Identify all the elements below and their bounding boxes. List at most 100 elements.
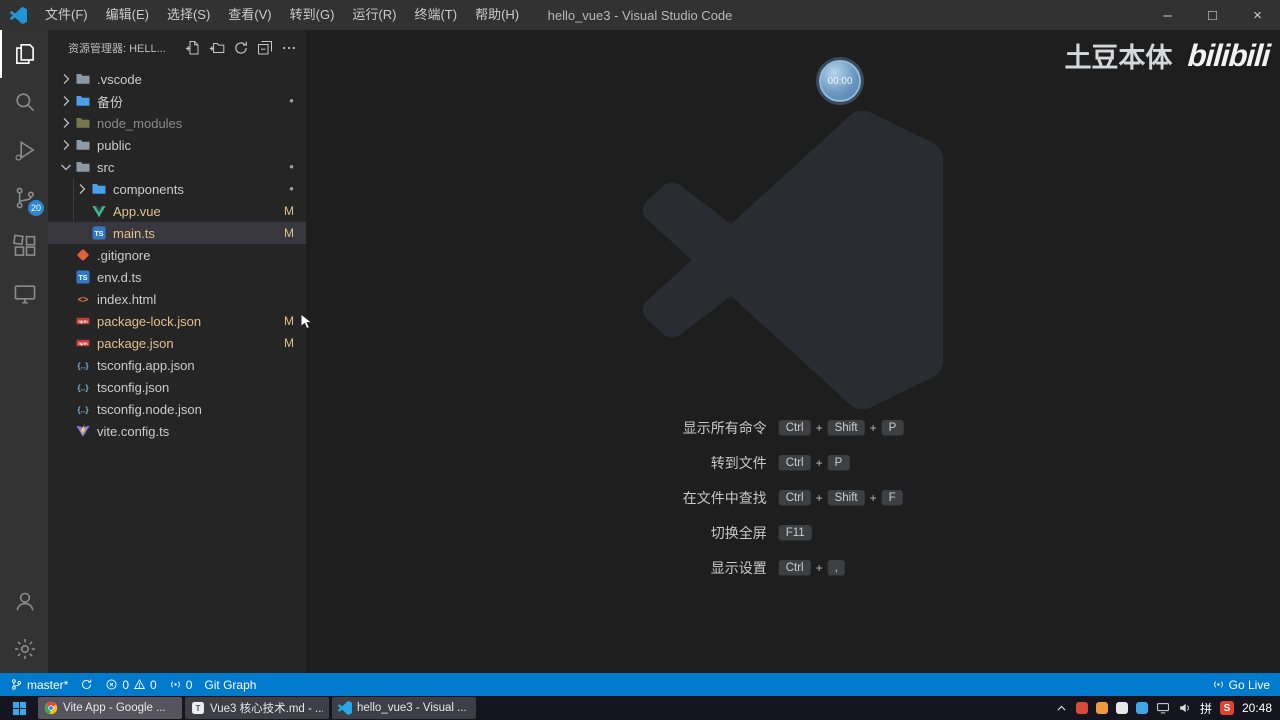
tree-item-label: package-lock.json: [97, 313, 202, 329]
folder-icon: [74, 115, 94, 131]
status-go-live[interactable]: Go Live: [1206, 673, 1276, 696]
status-problems[interactable]: 00: [99, 673, 162, 696]
menu-selection[interactable]: 选择(S): [158, 0, 219, 30]
refresh-icon[interactable]: [230, 37, 252, 59]
tree-item-env-dts-file[interactable]: TS env.d.ts: [48, 266, 306, 288]
tree-item-src-folder[interactable]: src ●: [48, 156, 306, 178]
tree-item-index-html-file[interactable]: <> index.html: [48, 288, 306, 310]
activity-explorer[interactable]: [0, 30, 48, 78]
collapse-all-icon[interactable]: [254, 37, 276, 59]
tree-item-label: tsconfig.json: [97, 379, 170, 395]
ts-icon: TS: [90, 225, 110, 241]
npm-icon: npm: [74, 335, 94, 351]
plus-separator: +: [815, 420, 823, 435]
chevron-placeholder: [74, 203, 90, 219]
activity-extensions[interactable]: [0, 222, 48, 270]
menu-run[interactable]: 运行(R): [343, 0, 405, 30]
tree-item-meta: ●: [289, 97, 306, 105]
taskbar-app-vscode-hello-vue3[interactable]: hello_vue3 - Visual ...: [332, 697, 476, 719]
shortcut-label-show-settings: 显示设置: [710, 559, 767, 576]
tray-app-icon-3[interactable]: [1115, 702, 1128, 714]
settings-icon: [12, 636, 38, 662]
folder-icon: [90, 181, 110, 197]
taskbar-clock[interactable]: 20:48: [1242, 701, 1272, 715]
tree-item-vscode-folder[interactable]: .vscode: [48, 68, 306, 90]
menu-go[interactable]: 转到(G): [281, 0, 344, 30]
sogou-input-icon[interactable]: S: [1219, 701, 1234, 715]
menu-edit[interactable]: 编辑(E): [97, 0, 158, 30]
plus-separator: +: [869, 490, 877, 505]
tree-item-tsconfig-file[interactable]: {..} tsconfig.json: [48, 376, 306, 398]
activity-remote-explorer[interactable]: [0, 270, 48, 318]
close-button[interactable]: ×: [1235, 0, 1280, 30]
menu-terminal[interactable]: 终端(T): [405, 0, 466, 30]
tree-item-app-vue-file[interactable]: App.vue M: [48, 200, 306, 222]
extensions-icon: [12, 233, 38, 259]
tray-app-icon-4[interactable]: [1135, 702, 1148, 714]
tree-item-label: 备份: [97, 94, 124, 110]
modified-badge: M: [284, 314, 294, 328]
taskbar-app-typora-vue3-doc[interactable]: T Vue3 核心技术.md - ...: [185, 697, 329, 719]
status-sync[interactable]: [74, 673, 99, 696]
modified-dot: ●: [289, 96, 294, 105]
status-branch[interactable]: master*: [4, 673, 74, 696]
status-git-graph[interactable]: Git Graph: [198, 673, 262, 696]
accounts-icon: [12, 588, 38, 614]
status-ports[interactable]: 0: [163, 673, 199, 696]
menu-help[interactable]: 帮助(H): [466, 0, 528, 30]
tree-item-gitignore-file[interactable]: .gitignore: [48, 244, 306, 266]
activity-accounts[interactable]: [0, 577, 48, 625]
tree-item-vite-config-file[interactable]: vite.config.ts: [48, 420, 306, 442]
start-button[interactable]: [0, 696, 38, 720]
tree-item-label: components: [113, 181, 184, 197]
npm-icon: npm: [74, 313, 94, 329]
activity-bar-bottom: [0, 577, 48, 673]
tray-app-icon-1[interactable]: [1075, 702, 1088, 714]
activity-run-debug[interactable]: [0, 126, 48, 174]
minimize-button[interactable]: –: [1145, 0, 1190, 30]
taskbar-app-label: hello_vue3 - Visual ...: [357, 702, 467, 714]
tree-item-components-folder[interactable]: components ●: [48, 178, 306, 200]
activity-search[interactable]: [0, 78, 48, 126]
tree-item-tsconfig-app-file[interactable]: {..} tsconfig.app.json: [48, 354, 306, 376]
menu-view[interactable]: 查看(V): [219, 0, 280, 30]
hidden-icons-chevron[interactable]: [1055, 702, 1068, 715]
shortcut-keys-show-settings: Ctrl +,: [778, 550, 904, 585]
svg-text:npm: npm: [78, 319, 87, 324]
typora-icon: T: [191, 701, 205, 715]
activity-settings[interactable]: [0, 625, 48, 673]
more-actions-icon[interactable]: [278, 37, 300, 59]
key-P: P: [827, 454, 850, 471]
network-icon[interactable]: [1156, 701, 1170, 715]
new-folder-icon[interactable]: [206, 37, 228, 59]
key-P: P: [881, 419, 904, 436]
volume-icon[interactable]: [1178, 701, 1192, 715]
chevron-placeholder: [58, 401, 74, 417]
tree-item-meta: ●: [289, 185, 306, 193]
tree-item-label: index.html: [97, 291, 157, 307]
tree-item-tsconfig-node-file[interactable]: {..} tsconfig.node.json: [48, 398, 306, 420]
ime-indicator[interactable]: 拼: [1200, 700, 1212, 717]
tree-item-main-ts-file[interactable]: TS main.ts M: [48, 222, 306, 244]
tree-item-package-lock-file[interactable]: npm package-lock.json M: [48, 310, 306, 332]
system-tray: 拼 S 20:48: [1055, 696, 1280, 720]
chevron-placeholder: [58, 357, 74, 373]
file-tree: .vscode 备份 ● node_modules public src ● componen…: [48, 65, 306, 442]
timer-text: 00:00: [827, 75, 853, 87]
tray-app-icon-2[interactable]: [1095, 702, 1108, 714]
maximize-button[interactable]: □: [1190, 0, 1235, 30]
menu-file[interactable]: 文件(F): [36, 0, 97, 30]
svg-text:npm: npm: [78, 341, 87, 346]
taskbar-app-chrome-vite-app[interactable]: Vite App - Google ...: [38, 697, 182, 719]
shortcut-keys-find-in-files: Ctrl + Shift + F: [778, 480, 904, 515]
source-control-badge: 20: [28, 200, 44, 216]
activity-source-control[interactable]: 20: [0, 174, 48, 222]
tree-item-package-json-file[interactable]: npm package.json M: [48, 332, 306, 354]
tree-item-backup-folder[interactable]: 备份 ●: [48, 90, 306, 112]
chevron-placeholder: [74, 225, 90, 241]
key-Ctrl: Ctrl: [778, 559, 811, 576]
tree-item-public-folder[interactable]: public: [48, 134, 306, 156]
tree-item-node-modules-folder[interactable]: node_modules: [48, 112, 306, 134]
shortcut-label-find-in-files: 在文件中查找: [682, 489, 767, 506]
new-file-icon[interactable]: [182, 37, 204, 59]
